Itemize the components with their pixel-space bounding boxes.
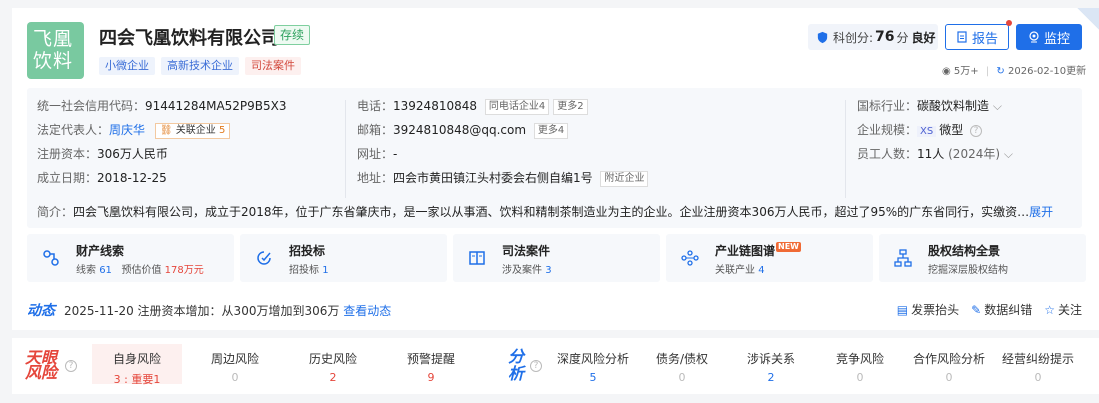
property-clue-icon	[43, 250, 59, 266]
report-button[interactable]: 报告	[945, 24, 1009, 50]
dynamic-row: 动态 2025-11-20 注册资本增加：从300万增加到306万 查看动态 ▤…	[27, 294, 1082, 324]
phone-number[interactable]: 13924810848	[393, 99, 477, 113]
tag-high-tech[interactable]: 高新技术企业	[161, 57, 239, 75]
email-more-badge[interactable]: 更多4	[533, 122, 569, 139]
judicial-icon	[469, 251, 485, 265]
bidding-icon	[257, 251, 271, 265]
tag-judicial[interactable]: 司法案件	[245, 57, 301, 75]
credit-code[interactable]: 91441284MA52P9B5X3	[145, 99, 287, 113]
help-icon[interactable]: ?	[970, 124, 983, 137]
notification-dot	[1006, 20, 1012, 26]
legal-rep-row: 法定代表人：周庆华 ⛓ 关联企业 5	[37, 121, 231, 139]
company-intro: 简介：四会飞凰饮料有限公司，成立于2018年，位于广东省肇庆市，是一家以从事酒、…	[37, 205, 1054, 219]
industry-row: 国标行业：碳酸饮料制造 ⌵	[857, 99, 1002, 113]
feature-equity-structure[interactable]: 股权结构全景 挖掘深层股权结构	[879, 234, 1086, 282]
follow-button[interactable]: ☆ 关注	[1044, 301, 1082, 318]
update-time: 2026-02-10更新	[1008, 66, 1087, 77]
scale-badge: XS	[917, 126, 937, 137]
analysis-cooperation[interactable]: 合作风险分析 0	[904, 344, 994, 384]
invoice-title-button[interactable]: ▤ 发票抬头	[897, 301, 959, 318]
tech-score[interactable]: 科创分: 76 分 良好	[808, 24, 938, 50]
monitor-icon	[1029, 31, 1039, 43]
star-icon: ☆	[1044, 303, 1055, 317]
dynamic-text: 2025-11-20 注册资本增加：从300万增加到306万	[64, 304, 340, 318]
phone-more-badge[interactable]: 更多2	[553, 98, 588, 115]
scale-row: 企业规模： XS 微型 ?	[857, 121, 983, 138]
eye-icon: ◉	[942, 66, 951, 77]
analysis-debt[interactable]: 债务/债权 0	[637, 344, 727, 384]
shield-icon	[817, 31, 828, 43]
email-row: 邮箱：3924810848@qq.com 更多4	[357, 121, 569, 139]
phone-row: 电话：13924810848 同电话企业4 更多2	[357, 97, 588, 115]
risk-panel: 天眼 风险 ? 自身风险 3 : 重要1 周边风险 0 历史风险 2 预警提醒 …	[12, 338, 1099, 394]
industry-chain-icon	[681, 250, 699, 266]
staff-row: 员工人数：11人 (2024年) ⌵	[857, 147, 1013, 161]
view-count: 5万+	[953, 66, 979, 77]
new-badge: NEW	[776, 242, 801, 252]
address-row: 地址：四会市黄田镇江头村委会右侧自编1号 附近企业	[357, 169, 649, 187]
analysis-logo: 分 析	[508, 347, 525, 383]
info-panel: 统一社会信用代码：91441284MA52P9B5X3 法定代表人：周庆华 ⛓ …	[27, 88, 1082, 228]
analysis-litigation[interactable]: 涉诉关系 2	[726, 344, 816, 384]
company-tags: 小微企业 高新技术企业 司法案件	[99, 57, 301, 75]
risk-logo: 天眼 风险	[25, 348, 58, 382]
related-companies-badge[interactable]: ⛓ 关联企业 5	[154, 122, 231, 139]
feature-bidding[interactable]: 招投标 招投标 1	[240, 234, 447, 282]
risk-help-icon[interactable]: ?	[65, 360, 77, 372]
same-phone-badge[interactable]: 同电话企业4	[484, 98, 550, 115]
chevron-down-icon[interactable]: ⌵	[993, 99, 1002, 113]
feature-property-clues[interactable]: 财产线索 线索 61 预估价值 178万元	[27, 234, 234, 282]
risk-self[interactable]: 自身风险 3 : 重要1	[92, 344, 182, 386]
analysis-deep-risk[interactable]: 深度风险分析 5	[548, 344, 638, 384]
dynamic-logo: 动态	[27, 303, 55, 319]
document-icon	[957, 31, 967, 43]
capital-row: 注册资本：306万人民币	[37, 147, 168, 161]
equity-structure-icon	[894, 249, 912, 267]
page-meta: ◉ 5万+ | ↻ 2026-02-10更新	[942, 66, 1087, 77]
refresh-icon[interactable]: ↻	[996, 66, 1004, 77]
data-correction-button[interactable]: ✎ 数据纠错	[971, 301, 1032, 318]
email-address[interactable]: 3924810848@qq.com	[393, 123, 526, 137]
monitor-button[interactable]: 监控	[1016, 24, 1082, 50]
risk-history[interactable]: 历史风险 2	[288, 344, 378, 384]
tag-small-micro[interactable]: 小微企业	[99, 57, 155, 75]
relation-icon: ⛓	[159, 124, 173, 136]
analysis-competition[interactable]: 竞争风险 0	[815, 344, 905, 384]
feature-industry-chain[interactable]: 产业链图谱 NEW 关联产业 4	[666, 234, 873, 282]
invoice-icon: ▤	[896, 303, 909, 317]
founded-row: 成立日期：2018-12-25	[37, 171, 167, 185]
status-badge: 存续	[274, 25, 311, 45]
legal-rep-link[interactable]: 周庆华	[109, 123, 145, 137]
analysis-help-icon[interactable]: ?	[530, 360, 542, 372]
nearby-companies-badge[interactable]: 附近企业	[600, 170, 649, 187]
risk-surrounding[interactable]: 周边风险 0	[190, 344, 280, 384]
risk-warning[interactable]: 预警提醒 9	[386, 344, 476, 384]
address-text[interactable]: 四会市黄田镇江头村委会右侧自编1号	[393, 171, 593, 185]
feature-judicial[interactable]: 司法案件 涉及案件 3	[453, 234, 660, 282]
analysis-dispute[interactable]: 经营纠纷提示 0	[993, 344, 1083, 384]
credit-code-row: 统一社会信用代码：91441284MA52P9B5X3	[37, 99, 287, 113]
chevron-down-icon[interactable]: ⌵	[1004, 147, 1013, 161]
company-logo: 飞凰 饮料	[27, 22, 84, 79]
company-name: 四会飞凰饮料有限公司	[99, 28, 279, 49]
edit-icon: ✎	[971, 303, 982, 317]
company-card: 飞凰 饮料 四会飞凰饮料有限公司 存续 小微企业 高新技术企业 司法案件 科创分…	[12, 8, 1099, 330]
website-row: 网址：-	[357, 147, 398, 161]
view-dynamic-link[interactable]: 查看动态	[343, 304, 391, 318]
expand-intro-link[interactable]: 展开	[1029, 205, 1053, 219]
